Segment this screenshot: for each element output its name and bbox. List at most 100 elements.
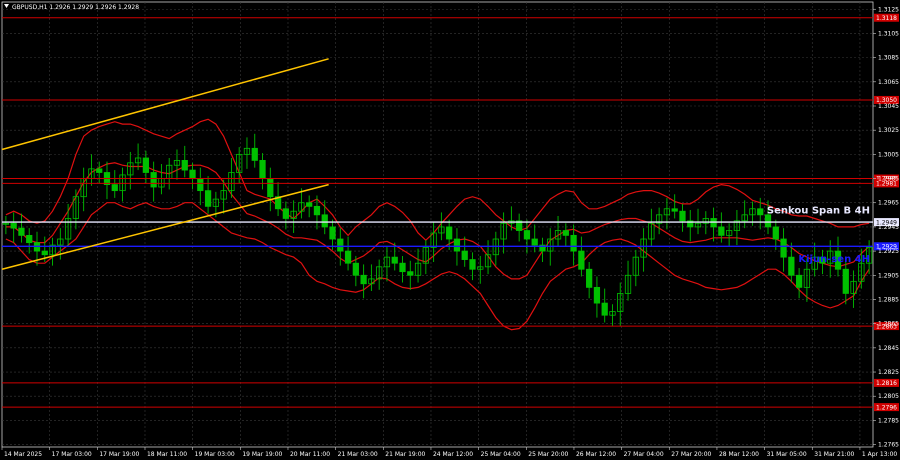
candle-body bbox=[795, 274, 803, 288]
x-tick-label: 27 Mar 04:00 bbox=[624, 451, 664, 458]
candle-body bbox=[337, 238, 344, 252]
candle-body bbox=[780, 238, 787, 258]
candle-body bbox=[562, 230, 569, 236]
candle-body bbox=[593, 286, 601, 304]
x-tick-label: 19 Mar 19:00 bbox=[242, 451, 282, 458]
y-tick-label: 1.2825 bbox=[878, 369, 899, 376]
x-tick-label: 24 Mar 12:00 bbox=[433, 451, 473, 458]
y-tick-label: 1.2945 bbox=[878, 224, 899, 231]
x-tick-label: 19 Mar 03:00 bbox=[195, 451, 235, 458]
candle-body bbox=[181, 160, 188, 171]
candle-body bbox=[601, 302, 608, 316]
y-tick-label: 1.3065 bbox=[878, 79, 899, 86]
candle-body bbox=[150, 172, 157, 188]
candle-body bbox=[523, 230, 531, 240]
y-tick-label: 1.3025 bbox=[878, 127, 899, 134]
candle-body bbox=[197, 178, 204, 192]
y-tick-label: 1.2785 bbox=[878, 417, 899, 424]
candle-body bbox=[446, 226, 453, 240]
x-tick-label: 17 Mar 19:00 bbox=[99, 451, 139, 458]
x-tick-label: 25 Mar 20:00 bbox=[528, 451, 568, 458]
candle-body bbox=[142, 157, 149, 173]
level-price-label: 1.2796 bbox=[876, 404, 897, 411]
candle-body bbox=[306, 202, 313, 207]
y-tick-label: 1.2805 bbox=[878, 393, 899, 400]
candle-body bbox=[842, 268, 849, 294]
candle-body bbox=[570, 234, 577, 252]
x-tick-label: 21 Mar 19:00 bbox=[385, 451, 425, 458]
x-tick-label: 25 Mar 04:00 bbox=[481, 451, 521, 458]
candle-body bbox=[391, 256, 398, 264]
candle-body bbox=[344, 250, 352, 264]
candle-body bbox=[671, 208, 678, 212]
annotation-label: Kijun-sen 4H bbox=[798, 254, 870, 265]
candle-body bbox=[96, 168, 103, 173]
symbol-info-marker-icon bbox=[4, 4, 9, 8]
y-tick-label: 1.3125 bbox=[878, 6, 899, 13]
annotation-label: Senkou Span B 4H bbox=[767, 206, 870, 217]
candle-body bbox=[189, 169, 196, 179]
y-tick-label: 1.3085 bbox=[878, 55, 899, 62]
x-tick-label: 27 Mar 20:00 bbox=[671, 451, 711, 458]
grid bbox=[1, 1, 874, 448]
candle-body bbox=[267, 178, 274, 198]
candle-body bbox=[461, 250, 468, 260]
candle-body bbox=[586, 268, 593, 288]
y-tick-label: 1.2765 bbox=[878, 442, 899, 449]
candle-body bbox=[26, 234, 33, 244]
candle-body bbox=[251, 147, 258, 161]
candle-body bbox=[757, 208, 764, 216]
candle-body bbox=[718, 226, 725, 236]
x-tick-label: 20 Mar 11:00 bbox=[290, 451, 330, 458]
channel-line-1 bbox=[1, 58, 329, 151]
candle-body bbox=[531, 238, 538, 246]
candle-body bbox=[578, 250, 585, 270]
x-tick-label: 21 Mar 03:00 bbox=[338, 451, 378, 458]
candle-body bbox=[453, 238, 461, 252]
candle-body bbox=[18, 227, 25, 236]
candle-body bbox=[764, 214, 772, 228]
symbol-info: GBPUSD,H1 1.2926 1.2929 1.2926 1.2928 bbox=[12, 4, 139, 11]
candle-body bbox=[204, 190, 212, 207]
candle-body bbox=[788, 256, 795, 276]
y-tick-label: 1.2885 bbox=[878, 296, 899, 303]
x-tick-label: 31 Mar 05:00 bbox=[767, 451, 807, 458]
candle-body bbox=[679, 210, 686, 222]
candle-body bbox=[111, 184, 118, 192]
candle-body bbox=[399, 262, 406, 273]
price-chart[interactable]: 1.31181.30501.29851.29811.29491.29291.28… bbox=[0, 0, 900, 460]
x-tick-label: 31 Mar 21:00 bbox=[814, 451, 854, 458]
y-tick-label: 1.2985 bbox=[878, 176, 899, 183]
level-price-label: 1.3118 bbox=[876, 15, 897, 22]
x-tick-label: 18 Mar 11:00 bbox=[147, 451, 187, 458]
candle-body bbox=[313, 205, 321, 216]
x-tick-label: 17 Mar 03:00 bbox=[52, 451, 92, 458]
y-tick-label: 1.3005 bbox=[878, 151, 899, 158]
level-price-label: 1.2816 bbox=[876, 380, 897, 387]
candle-body bbox=[329, 226, 336, 240]
candle-body bbox=[360, 274, 367, 285]
candle-body bbox=[469, 259, 476, 270]
chart-window: 1.3118 1.3050 1.2985 1.2981 1.2949 1.2929 1.28… bbox=[0, 0, 900, 460]
time-axis: 14 Mar 2025 17 Mar 03:00 17 Mar 19:00 18 Ma… bbox=[1, 447, 897, 458]
candle-body bbox=[407, 271, 414, 276]
y-tick-label: 1.2905 bbox=[878, 272, 899, 279]
x-tick-label: 28 Mar 12:00 bbox=[719, 451, 759, 458]
candle-body bbox=[352, 262, 359, 276]
y-tick-label: 1.3105 bbox=[878, 30, 899, 37]
candle-body bbox=[772, 226, 779, 240]
x-tick-label: 26 Mar 12:00 bbox=[576, 451, 616, 458]
candle-body bbox=[10, 222, 17, 229]
candle-body bbox=[259, 160, 266, 179]
x-tick-label: 14 Mar 2025 bbox=[4, 451, 42, 458]
trend-channel bbox=[1, 58, 329, 270]
y-tick-label: 1.3045 bbox=[878, 103, 899, 110]
candle-body bbox=[282, 208, 289, 219]
candle-body bbox=[321, 214, 328, 228]
price-series bbox=[2, 133, 873, 327]
y-tick-label: 1.2965 bbox=[878, 200, 899, 207]
y-tick-label: 1.2865 bbox=[878, 321, 899, 328]
plot-frame bbox=[1, 1, 874, 448]
y-tick-label: 1.2845 bbox=[878, 345, 899, 352]
candle-body bbox=[41, 250, 48, 256]
